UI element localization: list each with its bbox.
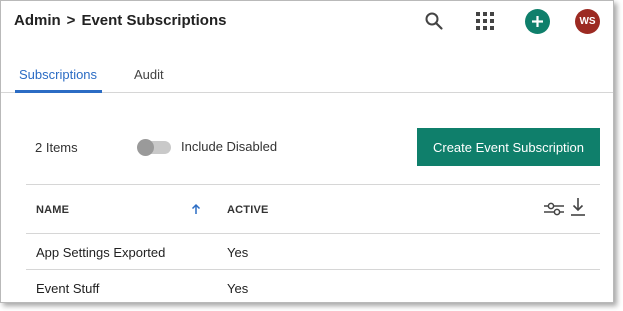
breadcrumb-root[interactable]: Admin xyxy=(14,12,61,29)
include-disabled-toggle[interactable] xyxy=(137,139,173,156)
include-disabled-label: Include Disabled xyxy=(181,139,278,154)
tab-subscriptions[interactable]: Subscriptions xyxy=(19,67,97,82)
subscriptions-table: NAME ACTIVE App Settings Exported Yes Ev… xyxy=(26,184,600,302)
avatar[interactable]: WS xyxy=(575,9,600,34)
download-icon[interactable] xyxy=(570,197,586,222)
apps-grid-icon[interactable] xyxy=(473,9,497,33)
header: Admin > Event Subscriptions WS xyxy=(1,1,613,41)
cell-active: Yes xyxy=(227,281,249,296)
search-icon[interactable] xyxy=(422,9,446,33)
tab-audit[interactable]: Audit xyxy=(134,67,164,82)
column-header-name[interactable]: NAME xyxy=(36,204,69,216)
active-tab-indicator xyxy=(15,90,102,93)
items-count: 2 Items xyxy=(35,140,78,155)
create-event-subscription-button[interactable]: Create Event Subscription xyxy=(417,128,600,166)
column-settings-icon[interactable] xyxy=(544,201,564,222)
column-header-active[interactable]: ACTIVE xyxy=(227,204,269,216)
breadcrumb-separator: > xyxy=(66,12,76,29)
add-button[interactable] xyxy=(525,9,550,34)
page-title: Event Subscriptions xyxy=(81,12,227,29)
add-icon xyxy=(532,16,543,27)
table-row[interactable]: App Settings Exported Yes xyxy=(26,233,600,269)
breadcrumb: Admin > Event Subscriptions xyxy=(14,12,226,29)
table-header-row: NAME ACTIVE xyxy=(26,184,600,233)
tab-bar: Subscriptions Audit xyxy=(1,56,613,93)
cell-active: Yes xyxy=(227,245,249,260)
app-window: Admin > Event Subscriptions WS Subscript… xyxy=(0,0,614,303)
toggle-knob xyxy=(137,139,154,156)
sort-ascending-icon[interactable] xyxy=(191,202,201,220)
cell-name: App Settings Exported xyxy=(36,245,166,260)
table-row[interactable]: Event Stuff Yes xyxy=(26,269,600,302)
cell-name: Event Stuff xyxy=(36,281,100,296)
